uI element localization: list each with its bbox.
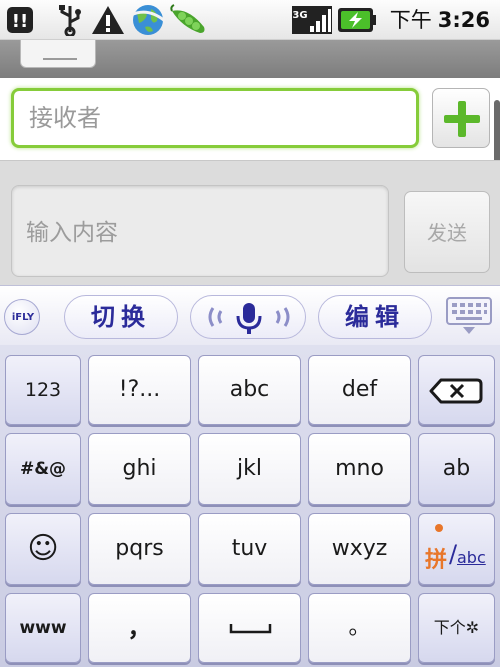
add-recipient-button[interactable] (432, 88, 490, 148)
globe-icon (128, 4, 168, 36)
key-tuv[interactable]: tuv (198, 513, 301, 585)
key-123[interactable]: 123 (5, 355, 81, 425)
pinyin-label: 拼 (425, 548, 448, 573)
clock-ampm: 下午 (389, 8, 432, 32)
key-comma[interactable]: ， (88, 593, 191, 663)
send-button[interactable]: 发送 (404, 191, 490, 273)
voice-input-button[interactable] (190, 295, 306, 339)
plus-icon (444, 101, 480, 137)
network-type-label: 3G (292, 10, 307, 21)
key-wxyz[interactable]: wxyz (308, 513, 411, 585)
battery-charging-icon (336, 4, 378, 36)
status-bar: !! 3G 下午 3:26 (0, 0, 500, 40)
key-abc[interactable]: abc (198, 355, 301, 425)
microphone-icon (208, 303, 290, 334)
key-backspace[interactable] (418, 355, 495, 425)
key-pqrs[interactable]: pqrs (88, 513, 191, 585)
key-ghi[interactable]: ghi (88, 433, 191, 505)
compose-area: 输入内容 发送 (0, 160, 500, 285)
edit-button[interactable]: 编辑 (318, 295, 432, 339)
drawer-tab[interactable] (20, 40, 96, 68)
recipient-input[interactable]: 接收者 (11, 88, 419, 148)
key-input-mode-pinyin[interactable]: 拼 / abc (418, 513, 495, 585)
key-def[interactable]: def (308, 355, 411, 425)
ifly-logo: iFLY (11, 312, 35, 323)
clock-time: 3:26 (437, 8, 490, 32)
message-placeholder: 输入内容 (26, 220, 118, 246)
hide-keyboard-button[interactable] (444, 296, 494, 338)
key-space[interactable] (198, 593, 301, 663)
abc-mode-label: abc (457, 548, 486, 567)
mode-separator: / (449, 540, 458, 568)
key-jkl[interactable]: jkl (198, 433, 301, 505)
warning-icon (90, 4, 126, 36)
key-punctuation[interactable]: !?... (88, 355, 191, 425)
active-mode-dot (435, 524, 443, 532)
backspace-icon (429, 378, 483, 404)
keyboard-toolbar: iFLY 切换 编辑 (0, 285, 500, 345)
key-mno[interactable]: mno (308, 433, 411, 505)
ifly-logo-button[interactable]: iFLY (4, 299, 40, 335)
key-period[interactable]: 。 (308, 593, 411, 663)
keyboard: 123 !?... abc def #&@ ghi jkl mno ab ☺ p… (0, 345, 500, 667)
key-emoji[interactable]: ☺ (5, 513, 81, 585)
key-symbols[interactable]: #&@ (5, 433, 81, 505)
next-label: 下个 (433, 618, 466, 637)
signal-icon: 3G (292, 4, 332, 36)
recipient-placeholder: 接收者 (29, 104, 101, 132)
message-input[interactable]: 输入内容 (11, 185, 389, 277)
peapod-icon (168, 4, 210, 36)
usb-icon (52, 4, 88, 36)
keyboard-hide-icon (446, 297, 492, 334)
key-ab[interactable]: ab (418, 433, 495, 505)
gear-icon: ✲ (465, 618, 480, 637)
recipient-area: 接收者 (0, 78, 500, 160)
notification-icon: !! (4, 4, 36, 36)
key-next[interactable]: 下个✲ (418, 593, 495, 663)
clock: 下午 3:26 (390, 0, 490, 40)
switch-button[interactable]: 切换 (64, 295, 178, 339)
svg-text:!!: !! (12, 11, 28, 32)
space-icon (229, 624, 272, 634)
key-www[interactable]: www (5, 593, 81, 663)
